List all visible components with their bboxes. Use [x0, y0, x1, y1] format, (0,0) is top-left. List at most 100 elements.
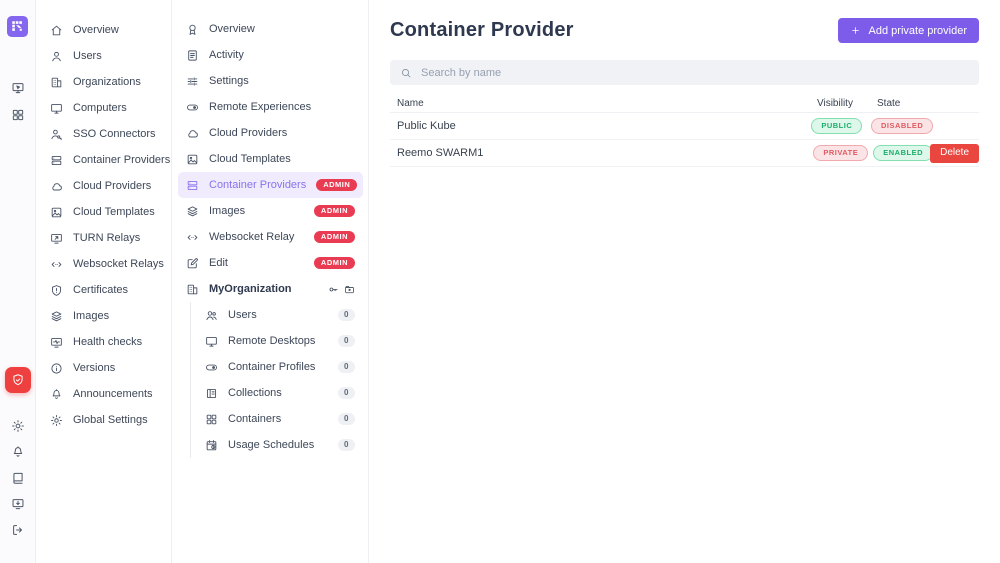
- organization-actions: [328, 284, 355, 295]
- layers-icon: [50, 310, 63, 323]
- section-item-usage-schedules[interactable]: Usage Schedules 0: [199, 432, 363, 458]
- column-header-state: State: [874, 98, 933, 109]
- search-icon: [400, 67, 412, 79]
- section-item-container-providers[interactable]: Container ProvidersADMIN: [178, 172, 363, 198]
- section-item-remote-desktops[interactable]: Remote Desktops0: [199, 328, 363, 354]
- rail-bottom-icons: [11, 419, 25, 537]
- page-title: Container Provider: [390, 19, 574, 42]
- sidebar-item-label: Overview: [73, 24, 119, 36]
- sidebar-item-users[interactable]: Users: [36, 43, 171, 69]
- sidebar-item-label: Computers: [73, 102, 127, 114]
- cloud-icon: [50, 180, 63, 193]
- sidebar-item-versions[interactable]: Versions: [36, 355, 171, 381]
- key-icon[interactable]: [328, 284, 339, 295]
- add-private-provider-label: Add private provider: [869, 25, 967, 37]
- visibility-badge: PRIVATE: [813, 145, 868, 161]
- sidebar-item-label: SSO Connectors: [73, 128, 156, 140]
- sidebar-item-sso-connectors[interactable]: SSO Connectors: [36, 121, 171, 147]
- sidebar-item-cloud-templates[interactable]: Cloud Templates: [36, 199, 171, 225]
- bell-icon[interactable]: [11, 445, 25, 459]
- count-badge: 0: [338, 309, 355, 321]
- table-body: Public KubePUBLICDISABLEDReemo SWARM1PRI…: [390, 113, 979, 167]
- logout-icon[interactable]: [11, 523, 25, 537]
- sidebar-item-health-checks[interactable]: Health checks: [36, 329, 171, 355]
- sidebar-item-label: Cloud Templates: [73, 206, 155, 218]
- home-icon: [50, 24, 63, 37]
- sidebar-item-websocket-relays[interactable]: Websocket Relays: [36, 251, 171, 277]
- state-badge: ENABLED: [873, 145, 933, 161]
- section-item-myorganization[interactable]: MyOrganization: [178, 276, 363, 302]
- sidebar-item-organizations[interactable]: Organizations: [36, 69, 171, 95]
- layers-icon: [186, 205, 199, 218]
- websocket-icon: [50, 258, 63, 271]
- global-sidebar: Overview UsersOrganizations Computers SSO C…: [36, 0, 172, 563]
- sidebar-item-label: Certificates: [73, 284, 128, 296]
- bell-icon: [50, 388, 63, 401]
- table-row-public-kube[interactable]: Public KubePUBLICDISABLED: [390, 113, 979, 140]
- providers-table: Name Visibility State Public KubePUBLICD…: [390, 94, 979, 167]
- count-badge: 0: [338, 439, 355, 451]
- section-item-users[interactable]: Users 0: [199, 302, 363, 328]
- collections-icon: [205, 387, 218, 400]
- section-item-cloud-templates[interactable]: Cloud Templates: [178, 146, 363, 172]
- grid-icon[interactable]: [11, 108, 25, 122]
- table-row-reemo-swarm1[interactable]: Reemo SWARM1PRIVATEENABLEDDelete: [390, 140, 979, 167]
- section-item-remote-experiences[interactable]: Remote Experiences: [178, 94, 363, 120]
- sidebar-item-container-providers[interactable]: Container Providers: [36, 147, 171, 173]
- section-item-activity[interactable]: Activity: [178, 42, 363, 68]
- search-input[interactable]: [421, 67, 969, 79]
- section-item-label: Cloud Providers: [209, 127, 287, 139]
- cloud-icon: [186, 127, 199, 140]
- section-item-container-profiles[interactable]: Container Profiles0: [199, 354, 363, 380]
- section-item-label: Users: [228, 309, 257, 321]
- section-item-edit[interactable]: EditADMIN: [178, 250, 363, 276]
- info-icon: [50, 362, 63, 375]
- table-header-row: Name Visibility State: [390, 94, 979, 113]
- sidebar-item-global-settings[interactable]: Global Settings: [36, 407, 171, 433]
- badge-icon: [186, 23, 199, 36]
- add-private-provider-button[interactable]: Add private provider: [838, 18, 979, 43]
- sidebar-item-label: Images: [73, 310, 109, 322]
- book-icon[interactable]: [11, 471, 25, 485]
- toggle-icon: [205, 361, 218, 374]
- monitor-cursor-icon[interactable]: [11, 81, 25, 95]
- section-item-websocket-relay[interactable]: Websocket RelayADMIN: [178, 224, 363, 250]
- doc-lines-icon: [186, 49, 199, 62]
- gear-icon[interactable]: [11, 419, 25, 433]
- monitor-download-icon[interactable]: [11, 497, 25, 511]
- sidebar-item-cloud-providers[interactable]: Cloud Providers: [36, 173, 171, 199]
- plus-icon: [850, 25, 861, 36]
- sidebar-item-overview[interactable]: Overview: [36, 17, 171, 43]
- gear-icon: [50, 414, 63, 427]
- section-item-collections[interactable]: Collections0: [199, 380, 363, 406]
- health-icon: [50, 336, 63, 349]
- section-item-settings[interactable]: Settings: [178, 68, 363, 94]
- sidebar-item-announcements[interactable]: Announcements: [36, 381, 171, 407]
- sidebar-item-label: Announcements: [73, 388, 153, 400]
- column-header-name: Name: [390, 98, 814, 109]
- shield-icon: [50, 284, 63, 297]
- server-icon: [50, 154, 63, 167]
- sidebar-item-images[interactable]: Images: [36, 303, 171, 329]
- delete-button[interactable]: Delete: [930, 144, 979, 163]
- sidebar-item-certificates[interactable]: Certificates: [36, 277, 171, 303]
- sidebar-item-computers[interactable]: Computers: [36, 95, 171, 121]
- provider-name: Public Kube: [390, 120, 811, 132]
- section-item-images[interactable]: ImagesADMIN: [178, 198, 363, 224]
- section-item-label: Usage Schedules: [228, 439, 314, 451]
- section-item-overview[interactable]: Overview: [178, 16, 363, 42]
- image-box-icon: [186, 153, 199, 166]
- sidebar-item-turn-relays[interactable]: TURN Relays: [36, 225, 171, 251]
- folder-play-icon[interactable]: [344, 284, 355, 295]
- search-bar: [390, 60, 979, 85]
- sidebar-item-label: Versions: [73, 362, 115, 374]
- sidebar-item-label: Health checks: [73, 336, 142, 348]
- main-content: Container Provider Add private provider …: [369, 0, 1000, 563]
- section-item-cloud-providers[interactable]: Cloud Providers: [178, 120, 363, 146]
- users-icon: [205, 309, 218, 322]
- building-icon: [50, 76, 63, 89]
- section-item-containers[interactable]: Containers0: [199, 406, 363, 432]
- alert-button[interactable]: [5, 367, 31, 393]
- reemo-logo-icon[interactable]: [7, 16, 28, 37]
- page-header: Container Provider Add private provider: [390, 18, 979, 43]
